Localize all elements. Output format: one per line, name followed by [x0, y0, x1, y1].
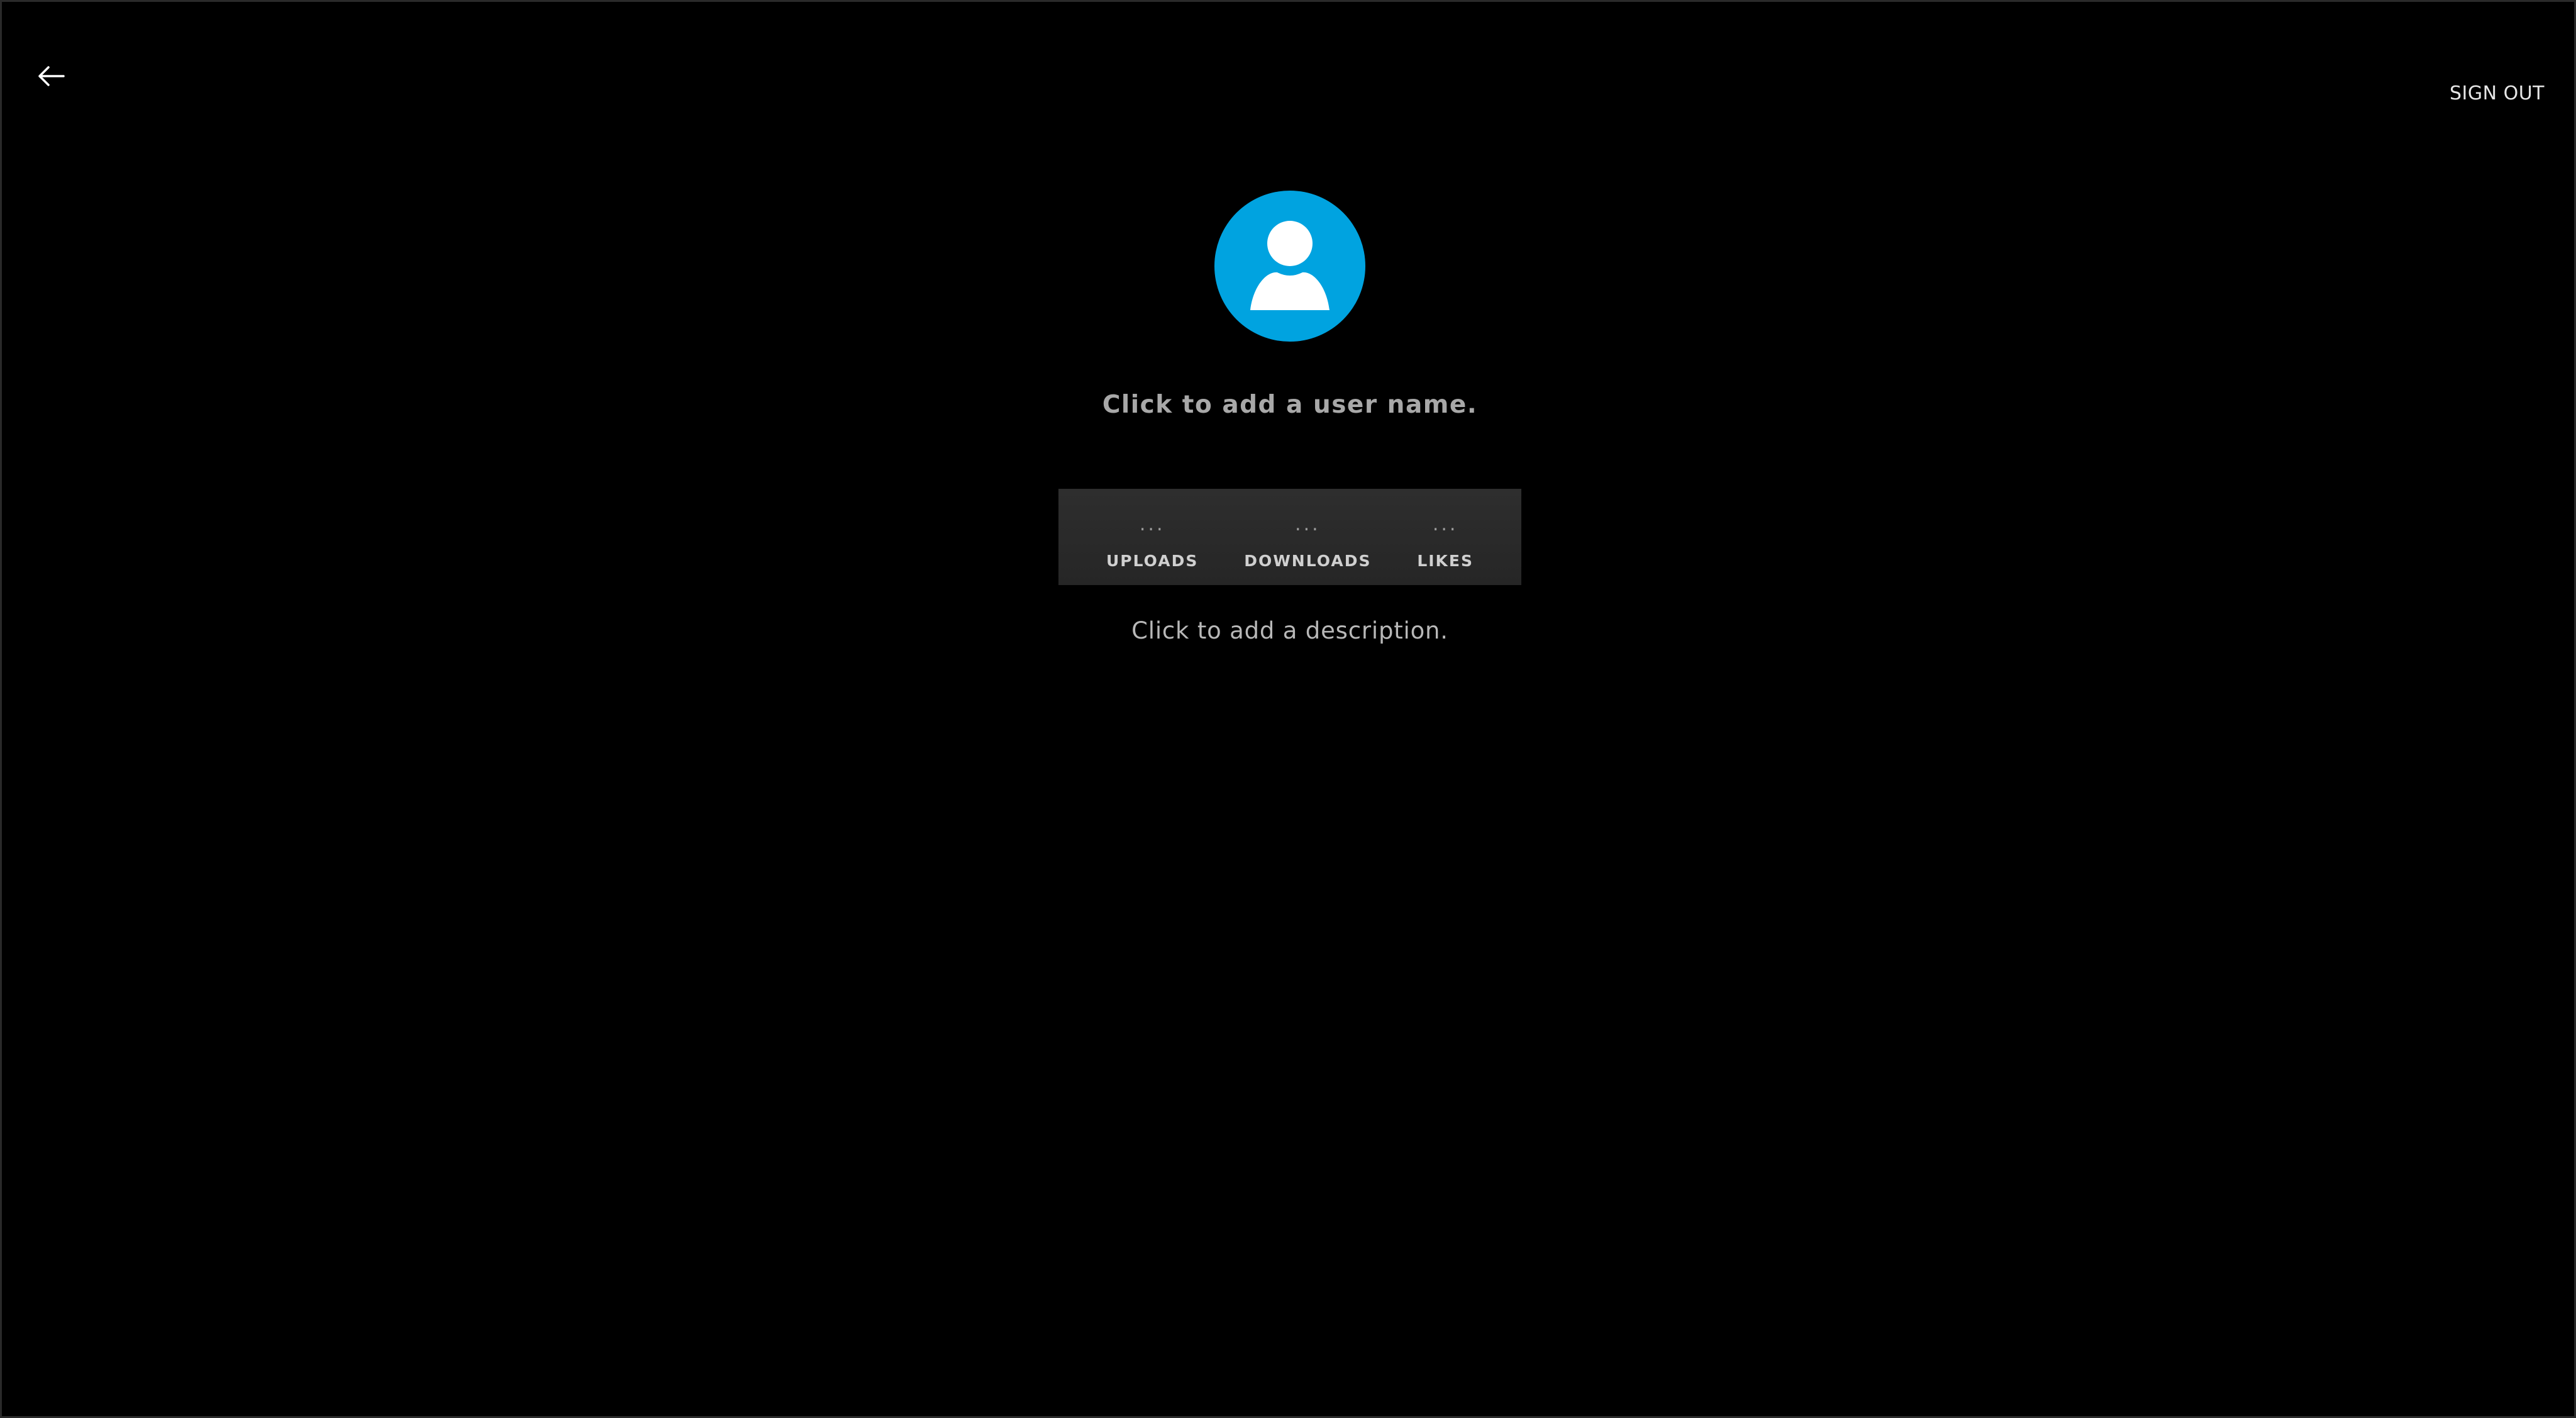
stat-likes[interactable]: ... LIKES: [1417, 489, 1474, 571]
stat-uploads[interactable]: ... UPLOADS: [1106, 489, 1199, 571]
user-name-field[interactable]: Click to add a user name.: [2, 391, 2576, 419]
stat-likes-value: ...: [1432, 513, 1458, 535]
stat-downloads[interactable]: ... DOWNLOADS: [1244, 489, 1372, 571]
avatar[interactable]: [1214, 191, 1365, 342]
back-button[interactable]: [33, 59, 69, 94]
stat-uploads-value: ...: [1139, 513, 1165, 535]
stats-bar: ... UPLOADS ... DOWNLOADS ... LIKES: [1058, 489, 1521, 585]
sign-out-button[interactable]: SIGN OUT: [2450, 82, 2545, 104]
app-window: SIGN OUT Click to add a user name. ... U…: [0, 0, 2576, 1418]
stat-downloads-label: DOWNLOADS: [1244, 552, 1372, 570]
user-silhouette-icon: [1250, 221, 1330, 310]
stat-likes-label: LIKES: [1417, 552, 1474, 570]
stat-downloads-value: ...: [1295, 513, 1321, 535]
stat-uploads-label: UPLOADS: [1106, 552, 1199, 570]
description-field[interactable]: Click to add a description.: [2, 617, 2576, 644]
arrow-left-icon: [38, 66, 65, 86]
